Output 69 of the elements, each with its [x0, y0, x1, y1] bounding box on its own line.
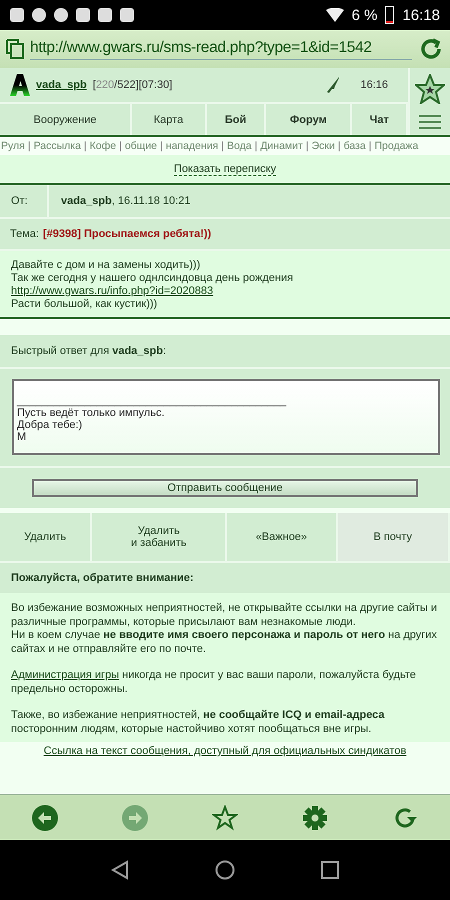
message-text: Так же сегодня у нашего однлсиндовца день рождения — [11, 272, 294, 285]
message-link[interactable]: http://www.gwars.ru/info.php?id=2020883 — [11, 285, 214, 298]
nav-tab[interactable]: Вооружение — [0, 104, 132, 135]
message-subject: [#9398] Просыпаемся ребята!)) — [42, 228, 212, 240]
battery-icon — [385, 6, 394, 24]
battery-level: 6 % — [352, 6, 378, 24]
send-button[interactable]: Отправить сообщение — [32, 479, 418, 497]
notification-icon — [32, 8, 46, 22]
notice-text: Во избежание возможных неприятностей, не открывайте ссылки на другие сайты и различные программы, которые присылают вам незнакомые люди. Ни в коем случае не вводите имя своего персонажа и пароль от него на других сайтах и не отправляйте его по почте. — [11, 602, 438, 656]
reply-field[interactable]: ____________________________________________ Пусть ведёт только импульс. Добра тебе:) М — [12, 379, 440, 455]
message-link[interactable]: Ссылка на текст сообщения, доступный для официальных синдикатов — [44, 745, 406, 757]
home-icon[interactable] — [215, 860, 235, 880]
action-button[interactable]: В почту — [338, 513, 450, 561]
separator: | — [254, 140, 258, 152]
player-name-link[interactable]: vada_spb — [36, 79, 87, 91]
separator: | — [160, 140, 163, 152]
quick-link[interactable]: Рассылка — [34, 140, 81, 152]
wifi-icon — [326, 8, 344, 22]
quick-link[interactable]: Эски — [312, 140, 335, 152]
separator: | — [338, 140, 341, 152]
notice-text: Также, во избежание неприятностей, не сообщайте ICQ и email-адреса посторонним людям, которые настойчиво хотят пообщаться вне игры. — [11, 709, 386, 736]
action-button[interactable]: Удалить и забанить — [92, 513, 228, 561]
recents-icon[interactable] — [321, 861, 339, 879]
nav-tab[interactable]: Бой — [206, 104, 266, 135]
quick-link[interactable]: общие — [124, 140, 158, 152]
quick-reply-title: Быстрый ответ для vada_spb: — [11, 345, 166, 357]
status-time: 16:18 — [402, 6, 440, 24]
from-label: От: — [0, 185, 49, 217]
notification-icon — [98, 8, 112, 22]
action-button[interactable]: Удалить — [0, 513, 92, 561]
player-stats: [220/522][07:30] — [92, 79, 174, 91]
message-text: Давайте с дом и на замены ходить))) — [11, 259, 200, 272]
server-time: 16:16 — [360, 79, 388, 91]
quick-link[interactable]: Кофе — [90, 140, 116, 152]
notification-icon — [120, 8, 134, 22]
quick-link[interactable]: Руля — [1, 140, 25, 152]
nav-tab[interactable]: Чат — [352, 104, 408, 135]
notice-text: Администрация игры никогда не просит у вас ваши пароли, пожалуйста будьте предельно осторожны. — [11, 669, 417, 696]
notification-icon — [10, 8, 24, 22]
quick-link[interactable]: Продажа — [374, 140, 418, 152]
logo-icon[interactable] — [10, 74, 30, 96]
rifle-icon — [326, 76, 340, 94]
quick-link[interactable]: нападения — [166, 140, 218, 152]
star-icon[interactable] — [415, 74, 445, 104]
back-icon[interactable] — [32, 804, 58, 830]
nav-tab[interactable]: Карта — [132, 104, 207, 135]
notification-icon — [54, 8, 68, 22]
separator: | — [221, 140, 224, 152]
separator: | — [368, 140, 372, 152]
notification-icon — [76, 8, 90, 22]
separator: | — [119, 140, 122, 152]
separator: | — [28, 140, 31, 152]
nav-tab[interactable]: Форум — [266, 104, 352, 135]
show-thread-link[interactable]: Показать переписку — [174, 162, 276, 176]
tabs-icon[interactable] — [6, 39, 24, 59]
quick-link[interactable]: база — [344, 140, 366, 152]
star-icon[interactable] — [212, 804, 238, 830]
sender-info: vada_spb, 16.11.18 10:21 — [60, 194, 190, 209]
separator: | — [84, 140, 87, 152]
subject-label: Тема: — [10, 228, 39, 240]
menu-icon[interactable] — [419, 115, 441, 130]
back-icon[interactable] — [111, 860, 129, 880]
separator: | — [306, 140, 309, 152]
admin-link[interactable]: Администрация игры — [11, 669, 120, 681]
quick-link[interactable]: Динамит — [260, 140, 303, 152]
action-button[interactable]: «Важное» — [227, 513, 338, 561]
message-text: Расти большой, как кустик))) — [11, 298, 158, 311]
notice-title: Пожалуйста, обратите внимание: — [11, 572, 194, 584]
quick-link[interactable]: Вода — [226, 140, 252, 152]
